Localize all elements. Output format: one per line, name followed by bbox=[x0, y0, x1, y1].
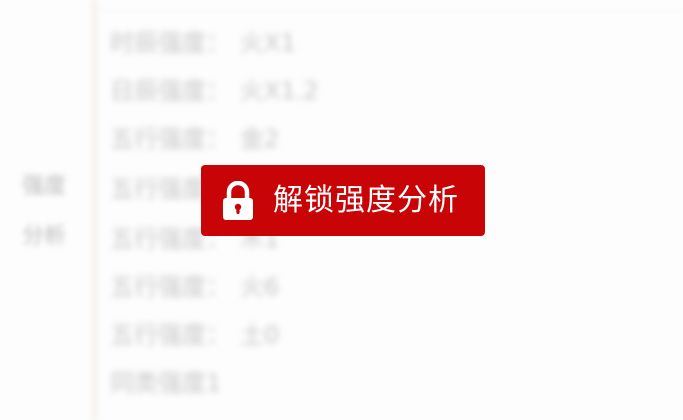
strength-row: 时辰强度： 火X1 bbox=[110, 28, 530, 58]
strength-row-value: 火X1.2 bbox=[240, 77, 319, 105]
strength-row: 五行强度： 火6 bbox=[110, 272, 530, 302]
strength-row-label: 日辰强度： bbox=[110, 77, 230, 105]
strength-row-label: 五行强度： bbox=[110, 273, 230, 301]
side-label-line2: 分析 bbox=[22, 224, 67, 249]
strength-row-label: 五行强度： bbox=[110, 125, 230, 153]
strength-row-value: 火X1 bbox=[240, 29, 296, 57]
strength-row-label: 时辰强度： bbox=[110, 29, 230, 57]
strength-row-value: 金2 bbox=[240, 125, 280, 153]
side-label-line1: 强度 bbox=[22, 174, 67, 199]
strength-row: 五行强度： 金2 bbox=[110, 124, 530, 154]
top-divider bbox=[96, 0, 683, 11]
strength-row: 同类强度1 bbox=[110, 368, 530, 398]
strength-row-value: 土0 bbox=[240, 321, 280, 349]
side-label-column: 强度 分析 bbox=[0, 0, 96, 420]
strength-row: 五行强度： 土0 bbox=[110, 320, 530, 350]
strength-analysis-panel: 强度 分析 时辰强度：火X1 日辰强度：火X1.2 五行强度：金2 五行强度：水… bbox=[0, 0, 683, 420]
strength-row-value: 火6 bbox=[240, 273, 280, 301]
unlock-button-label: 解锁强度分析 bbox=[273, 182, 459, 218]
unlock-strength-analysis-button[interactable]: 解锁强度分析 bbox=[201, 165, 485, 236]
strength-row-label: 五行强度： bbox=[110, 321, 230, 349]
strength-row: 日辰强度： 火X1.2 bbox=[110, 76, 530, 106]
lock-icon bbox=[221, 180, 255, 221]
strength-row-label: 同类强度1 bbox=[110, 369, 222, 397]
